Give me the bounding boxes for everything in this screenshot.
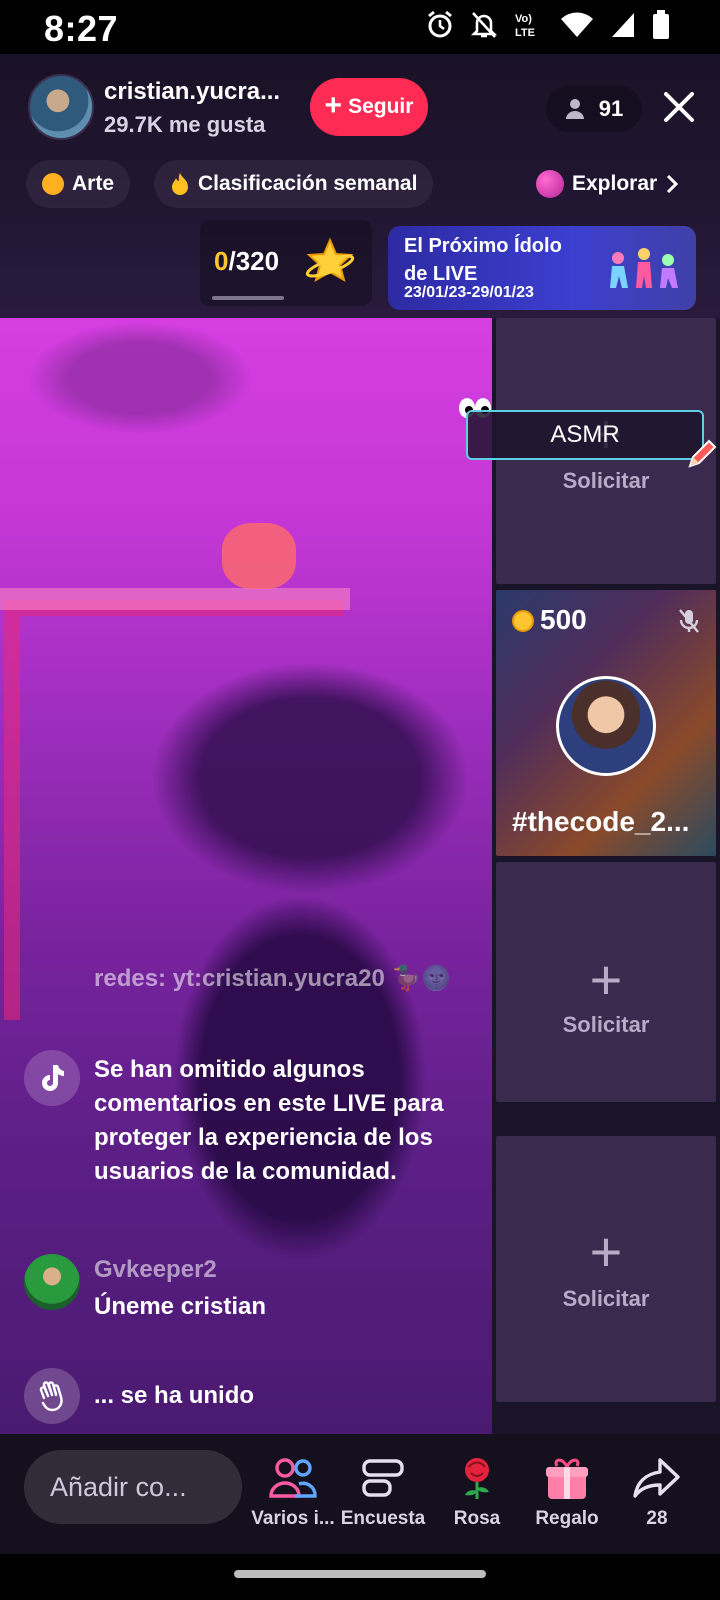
signal-icon (612, 13, 634, 37)
volte-icon: Vo) LTE (515, 13, 535, 39)
host-avatar[interactable] (28, 74, 94, 140)
wifi-icon (561, 12, 593, 37)
comment-input[interactable]: Añadir co... (24, 1450, 242, 1524)
chip-explore[interactable]: Explorar (520, 160, 695, 208)
chip-label: Arte (72, 172, 115, 195)
coin-icon (512, 610, 534, 632)
viewer-count-button[interactable]: 91 (546, 86, 642, 132)
action-label: Regalo (535, 1508, 599, 1529)
moderation-notice: Se han omitido algunos comentarios en es… (94, 1056, 444, 1185)
chip-weekly-ranking[interactable]: Clasificación semanal (154, 160, 434, 208)
promo-banner[interactable]: El Próximo Ídolo de LIVE 23/01/23-29/01/… (388, 226, 696, 310)
flame-icon (172, 173, 188, 195)
status-time: 8:27 (44, 8, 119, 49)
pencil-icon[interactable] (686, 438, 718, 470)
request-label: Solicitar (562, 468, 650, 493)
close-button[interactable] (656, 84, 702, 130)
guest-slot-3[interactable]: + Solicitar (496, 862, 716, 1102)
star-icon (305, 237, 355, 283)
comment-text: Úneme cristian (94, 1293, 267, 1320)
request-label: Solicitar (562, 1012, 650, 1037)
request-label: Solicitar (562, 1286, 650, 1311)
person-icon (565, 99, 584, 119)
poll-button[interactable]: Encuesta (340, 1454, 426, 1530)
guest-coins: 500 (540, 604, 587, 635)
live-header: cristian.yucra... 29.7K me gusta + Segui… (0, 54, 720, 318)
share-count: 28 (646, 1508, 668, 1529)
guest-avatar[interactable] (556, 676, 656, 776)
dancers-illustration (610, 248, 678, 288)
progress-text: 0/320 (214, 246, 279, 277)
multi-guest-panel: + Solicitar 500 #thecode_2... + Solicita… (492, 318, 720, 1434)
commenter-name[interactable]: Gvkeeper2 (94, 1256, 217, 1284)
promo-title: El Próximo Ídolo de LIVE (404, 235, 562, 285)
svg-text:LTE: LTE (515, 27, 535, 39)
mic-off-icon (679, 609, 699, 633)
chip-label: Clasificación semanal (198, 172, 418, 195)
guest-name: #thecode_2... (512, 806, 690, 837)
commenter-avatar[interactable] (24, 1254, 80, 1310)
chip-arte[interactable]: Arte (26, 160, 131, 208)
chip-label: Explorar (572, 172, 658, 195)
guest-slot-2[interactable]: 500 #thecode_2... (496, 590, 716, 856)
progress-indicator (212, 296, 284, 300)
bell-off-icon (470, 12, 498, 38)
comment-faded: redes: yt:cristian.yucra20 🦆🌚 (94, 965, 452, 992)
alarm-icon (428, 10, 452, 38)
action-label: Encuesta (340, 1508, 426, 1529)
plus-icon: + (589, 1220, 623, 1283)
tiktok-icon (24, 1050, 80, 1106)
planet-icon (536, 170, 564, 198)
join-notice: ... se ha unido (94, 1382, 255, 1409)
close-icon (664, 92, 694, 122)
poll-icon (362, 1459, 404, 1497)
video-background-toy (222, 523, 296, 589)
svg-text:Vo): Vo) (515, 13, 532, 25)
action-label: Varios i... (251, 1508, 335, 1529)
ranking-progress[interactable]: 0/320 (200, 220, 372, 306)
topic-tag[interactable]: ASMR (466, 410, 704, 460)
follow-label: Seguir (348, 95, 414, 118)
hashtag-badge-icon (42, 173, 64, 195)
chevron-right-icon (667, 174, 679, 194)
host-name[interactable]: cristian.yucra... (104, 78, 280, 106)
bottom-action-bar: Añadir co... Varios i... Encuesta Rosa R… (0, 1434, 720, 1554)
wave-icon (24, 1368, 80, 1424)
rose-icon (465, 1458, 489, 1499)
viewer-count: 91 (598, 96, 624, 121)
plus-icon: + (589, 948, 623, 1011)
share-button[interactable]: 28 (614, 1454, 700, 1530)
battery-icon (653, 10, 669, 39)
status-bar: 8:27 Vo) LTE (0, 0, 720, 54)
gift-button[interactable]: Regalo (524, 1454, 610, 1530)
multi-guest-icon (269, 1458, 317, 1498)
share-icon (633, 1458, 680, 1498)
guest-slot-4[interactable]: + Solicitar (496, 1136, 716, 1402)
gift-icon (546, 1458, 588, 1499)
plus-icon: + (324, 89, 343, 122)
video-background-frame (4, 600, 344, 1020)
progress-current: 0 (214, 246, 229, 276)
progress-total: /320 (228, 246, 280, 276)
multi-guest-button[interactable]: Varios i... (250, 1454, 336, 1530)
follow-button[interactable]: + Seguir (310, 78, 428, 136)
system-nav-bar (0, 1554, 720, 1600)
action-label: Rosa (453, 1508, 501, 1529)
rose-button[interactable]: Rosa (434, 1454, 520, 1530)
host-likes: 29.7K me gusta (104, 112, 266, 137)
status-icons: Vo) LTE (426, 10, 670, 40)
home-gesture-pill[interactable] (234, 1570, 486, 1578)
video-background-shelf (0, 588, 350, 610)
promo-dates: 23/01/23-29/01/23 (404, 284, 534, 301)
